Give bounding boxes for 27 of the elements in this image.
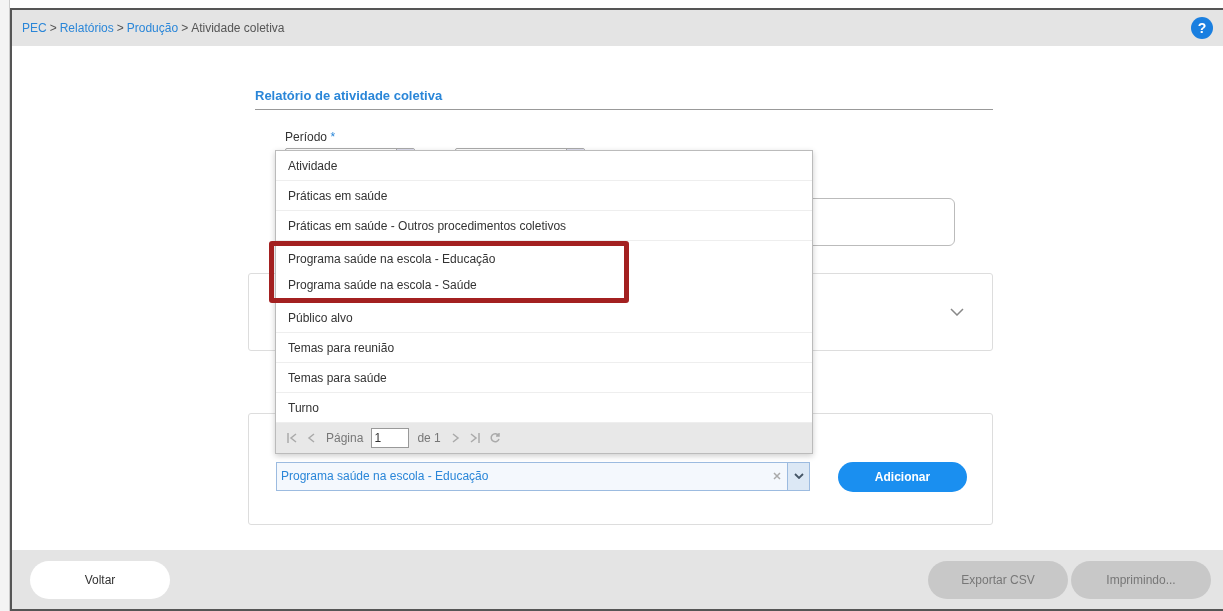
refresh-icon[interactable] (488, 432, 501, 444)
breadcrumb-separator: > (49, 20, 57, 37)
list-option[interactable]: Público alvo (276, 303, 812, 333)
list-option[interactable]: Temas para saúde (276, 363, 812, 393)
help-button[interactable]: ? (1191, 17, 1213, 39)
back-button[interactable]: Voltar (30, 560, 170, 599)
last-page-icon[interactable] (468, 432, 481, 444)
combobox[interactable]: Programa saúde na escola - Educação (276, 461, 810, 491)
list-option[interactable]: Temas para reunião (276, 333, 812, 363)
clear-icon[interactable] (773, 472, 781, 480)
dropdown-button[interactable] (787, 462, 809, 490)
section-title: Relatório de atividade coletiva (255, 86, 993, 110)
chevron-down-icon[interactable] (950, 307, 964, 316)
caret-icon (793, 473, 804, 479)
list-option[interactable]: Programa saúde na escola - Saúde (276, 272, 624, 298)
breadcrumb-current: Atividade coletiva (191, 20, 285, 37)
pager-label: de 1 (417, 430, 441, 447)
pager-label: Página (326, 430, 364, 447)
list-option[interactable]: Práticas em saúde - Outros procedimentos coletivos (276, 211, 812, 241)
page-input[interactable]: 1 (371, 428, 410, 448)
breadcrumb-separator: > (116, 20, 124, 37)
breadcrumb-separator: > (181, 20, 189, 37)
field-label: Período * (285, 128, 337, 146)
list-option[interactable]: Atividade (276, 151, 812, 181)
first-page-icon[interactable] (286, 432, 298, 444)
list-option[interactable]: Programa saúde na escola - Educação (276, 246, 624, 272)
list-option[interactable]: Práticas em saúde (276, 181, 812, 211)
